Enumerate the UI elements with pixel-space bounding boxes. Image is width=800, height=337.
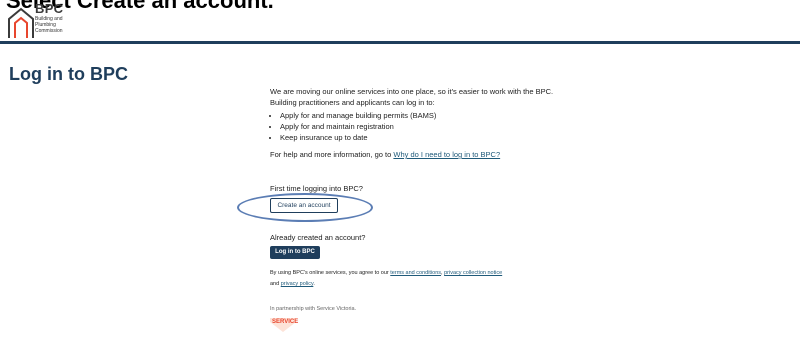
service-victoria-logo: SERVICE <box>270 318 299 332</box>
list-item: Apply for and maintain registration <box>280 121 570 132</box>
page-title: Log in to BPC <box>9 64 128 84</box>
why-login-link[interactable]: Why do I need to log in to BPC? <box>393 150 500 159</box>
terms-text: By using BPC's online services, you agre… <box>270 270 503 287</box>
privacy-policy-link[interactable]: privacy policy <box>281 281 314 287</box>
site-header: BPC Building and Plumbing Commission <box>0 0 800 40</box>
services-list: Apply for and manage building permits (B… <box>270 110 570 143</box>
first-time-label: First time logging into BPC? <box>270 184 363 193</box>
login-button[interactable]: Log in to BPC <box>270 246 320 259</box>
intro-section: We are moving our online services into o… <box>270 86 570 160</box>
header-divider <box>0 41 800 44</box>
logo-subtitle: Building and Plumbing Commission <box>35 16 63 34</box>
list-item: Apply for and manage building permits (B… <box>280 110 570 121</box>
privacy-notice-link[interactable]: privacy collection notice <box>444 270 502 276</box>
service-logo-text: SERVICE <box>272 319 299 325</box>
intro-text: We are moving our online services into o… <box>270 87 554 107</box>
bpc-logo[interactable]: BPC Building and Plumbing Commission <box>8 1 68 39</box>
partnership-text: In partnership with Service Victoria. <box>270 306 357 312</box>
logo-name: BPC <box>35 1 64 16</box>
help-text: For help and more information, go to Why… <box>270 150 501 159</box>
highlight-circle <box>237 193 373 222</box>
building-icon <box>8 7 34 38</box>
list-item: Keep insurance up to date <box>280 132 570 143</box>
already-label: Already created an account? <box>270 233 366 242</box>
terms-link[interactable]: terms and conditions <box>390 270 441 276</box>
